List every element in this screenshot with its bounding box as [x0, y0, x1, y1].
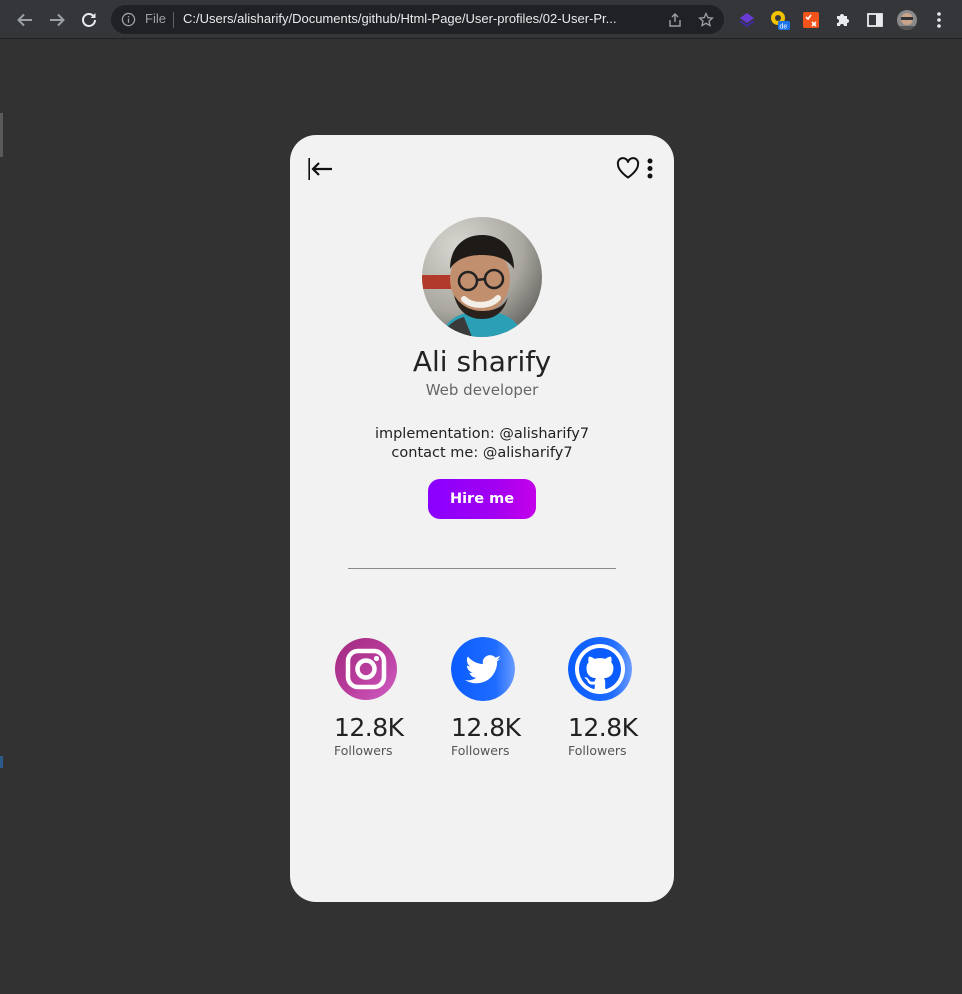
instagram-count: 12.8K [334, 713, 404, 742]
avatar [422, 217, 542, 337]
github-followers-label: Followers [568, 743, 627, 758]
forward-nav-icon[interactable] [45, 8, 69, 32]
translate-extension-icon[interactable]: de [768, 8, 792, 32]
side-panel-icon[interactable] [863, 8, 887, 32]
profile-role: Web developer [425, 381, 539, 399]
implementation-text: implementation: @alisharify7 [374, 426, 590, 442]
omnibox-separator [173, 12, 174, 28]
url-text[interactable]: C:/Users/alisharify/Documents/github/Htm… [183, 11, 665, 26]
social-github[interactable]: 12.8K Followers [568, 637, 658, 758]
heart-icon[interactable] [616, 157, 640, 179]
share-icon[interactable] [666, 11, 684, 29]
reload-icon[interactable] [77, 8, 101, 32]
twitter-followers-label: Followers [451, 743, 510, 758]
profile-name: Ali sharify [412, 345, 552, 378]
address-bar[interactable]: File C:/Users/alisharify/Documents/githu… [111, 5, 724, 34]
social-twitter[interactable]: 12.8K Followers [451, 637, 541, 758]
browser-menu-icon[interactable] [927, 8, 951, 32]
todo-extension-icon[interactable] [799, 8, 823, 32]
twitter-count: 12.8K [451, 713, 521, 742]
github-icon[interactable] [568, 637, 632, 701]
divider [348, 568, 616, 569]
svg-text:de: de [780, 24, 788, 31]
extensions-puzzle-icon[interactable] [831, 8, 855, 32]
profile-info: implementation: @alisharify7 contact me:… [290, 425, 674, 463]
back-nav-icon[interactable] [13, 8, 37, 32]
layers-extension-icon[interactable] [735, 8, 759, 32]
hire-me-button[interactable]: Hire me [428, 479, 536, 519]
bookmark-star-icon[interactable] [697, 11, 715, 29]
profile-avatar-icon[interactable] [895, 8, 919, 32]
instagram-followers-label: Followers [334, 743, 393, 758]
contact-text: contact me: @alisharify7 [391, 445, 573, 461]
window-edge-mark [0, 756, 3, 768]
more-options-icon[interactable] [646, 158, 654, 180]
github-count: 12.8K [568, 713, 638, 742]
info-icon[interactable] [121, 12, 136, 27]
profile-card: Ali sharify Web developer implementation… [290, 135, 674, 902]
instagram-icon[interactable] [334, 637, 398, 701]
protocol-label: File [145, 11, 166, 26]
browser-toolbar: File C:/Users/alisharify/Documents/githu… [0, 0, 962, 39]
window-edge-mark [0, 113, 3, 157]
twitter-icon[interactable] [451, 637, 515, 701]
social-instagram[interactable]: 12.8K Followers [334, 637, 424, 758]
back-arrow-icon[interactable] [308, 157, 334, 181]
